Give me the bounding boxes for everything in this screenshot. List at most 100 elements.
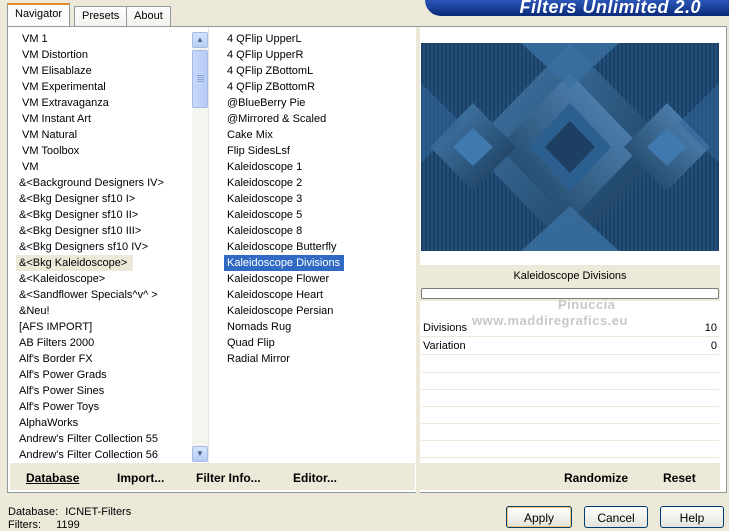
randomize-link[interactable]: Randomize	[564, 471, 628, 485]
scroll-thumb[interactable]	[192, 50, 208, 108]
filter-item-label: Nomads Rug	[227, 321, 292, 333]
filter-item-label: Kaleidoscope 3	[227, 193, 303, 205]
param-row-empty	[421, 407, 719, 424]
param-name: Divisions	[423, 322, 468, 334]
category-item-label: Alf's Power Grads	[19, 369, 107, 381]
param-row-variation[interactable]: Variation 0	[421, 337, 719, 355]
category-list[interactable]: VM 1 VM Distortion VM Elisablaze VM Experim…	[16, 31, 192, 463]
filter-item-label: 4 QFlip ZBottomR	[227, 81, 316, 93]
category-item-label: &<Bkg Designers sf10 IV>	[19, 241, 149, 253]
filter-item[interactable]: Kaleidoscope Persian	[224, 303, 416, 319]
database-link[interactable]: Database	[26, 471, 79, 485]
category-item[interactable]: VM	[16, 159, 192, 175]
param-row-divisions[interactable]: Divisions 10	[421, 319, 719, 337]
filter-item-label: Kaleidoscope 8	[227, 225, 303, 237]
filter-item[interactable]: 4 QFlip ZBottomR	[224, 79, 416, 95]
editor-link[interactable]: Editor...	[293, 471, 337, 485]
category-item[interactable]: Alf's Power Grads	[16, 367, 192, 383]
preview-link-bar: Randomize Reset	[420, 463, 720, 490]
filter-item[interactable]: Kaleidoscope Flower	[224, 271, 416, 287]
category-item[interactable]: VM Distortion	[16, 47, 192, 63]
category-item[interactable]: Alf's Power Sines	[16, 383, 192, 399]
tab-presets[interactable]: Presets	[74, 6, 128, 26]
filter-item[interactable]: Quad Flip	[224, 335, 416, 351]
category-item-label: &<Bkg Designer sf10 I>	[19, 193, 136, 205]
category-item[interactable]: &<Bkg Designer sf10 I>	[16, 191, 192, 207]
status-database: Database: ICNET-Filters	[8, 506, 131, 518]
filter-item[interactable]: Kaleidoscope Butterfly	[224, 239, 416, 255]
preview-image	[421, 43, 719, 251]
category-item-label: AlphaWorks	[19, 417, 79, 429]
category-item-label: Alf's Power Toys	[19, 401, 100, 413]
category-item[interactable]: VM 1	[16, 31, 192, 47]
filter-item-label: @Mirrored & Scaled	[227, 113, 327, 125]
param-value: 10	[704, 322, 717, 334]
filter-items: 4 QFlip UpperL 4 QFlip UpperR 4 QFlip ZBot…	[224, 31, 416, 367]
category-item[interactable]: Alf's Border FX	[16, 351, 192, 367]
category-item[interactable]: &<Bkg Kaleidoscope>	[16, 255, 192, 271]
filter-item[interactable]: Radial Mirror	[224, 351, 416, 367]
category-item[interactable]: &<Background Designers IV>	[16, 175, 192, 191]
category-item-label: Alf's Power Sines	[19, 385, 105, 397]
category-items: VM 1 VM Distortion VM Elisablaze VM Experim…	[16, 31, 192, 463]
filter-item-label: Kaleidoscope Flower	[227, 273, 330, 285]
category-item[interactable]: AlphaWorks	[16, 415, 192, 431]
import-link[interactable]: Import...	[117, 471, 164, 485]
filter-item-label: Radial Mirror	[227, 353, 290, 365]
filter-item[interactable]: @Mirrored & Scaled	[224, 111, 416, 127]
category-item[interactable]: VM Extravaganza	[16, 95, 192, 111]
filter-item[interactable]: Kaleidoscope 1	[224, 159, 416, 175]
cancel-button[interactable]: Cancel	[584, 506, 648, 528]
category-item[interactable]: VM Toolbox	[16, 143, 192, 159]
filter-item[interactable]: Kaleidoscope 2	[224, 175, 416, 191]
category-item-label: &<Background Designers IV>	[19, 177, 164, 189]
filter-item[interactable]: @BlueBerry Pie	[224, 95, 416, 111]
scroll-down-button[interactable]: ▼	[192, 446, 208, 462]
status-filters-value: 1199	[56, 519, 80, 531]
category-item[interactable]: &<Bkg Designer sf10 III>	[16, 223, 192, 239]
filter-item[interactable]: Kaleidoscope 3	[224, 191, 416, 207]
category-item[interactable]: VM Natural	[16, 127, 192, 143]
tab-about-label: About	[134, 10, 163, 22]
filter-item-label: 4 QFlip ZBottomL	[227, 65, 314, 77]
filter-item[interactable]: Kaleidoscope 5	[224, 207, 416, 223]
category-item-label: Andrew's Filter Collection 55	[19, 433, 159, 445]
filter-item[interactable]: 4 QFlip ZBottomL	[224, 63, 416, 79]
filter-item[interactable]: Nomads Rug	[224, 319, 416, 335]
filter-item-label: Kaleidoscope Divisions	[224, 255, 345, 271]
param-row-empty	[421, 441, 719, 458]
category-item[interactable]: VM Instant Art	[16, 111, 192, 127]
category-item[interactable]: &<Bkg Designers sf10 IV>	[16, 239, 192, 255]
filter-info-link[interactable]: Filter Info...	[196, 471, 261, 485]
filter-list[interactable]: 4 QFlip UpperL 4 QFlip UpperR 4 QFlip ZBot…	[224, 31, 416, 463]
filter-item[interactable]: Flip SidesLsf	[224, 143, 416, 159]
filter-item[interactable]: Kaleidoscope Heart	[224, 287, 416, 303]
category-item[interactable]: [AFS IMPORT]	[16, 319, 192, 335]
scroll-up-button[interactable]: ▲	[192, 32, 208, 48]
chevron-up-icon: ▲	[196, 35, 204, 44]
category-scrollbar[interactable]: ▲ ▼	[192, 32, 208, 462]
filters-unlimited-window: { "tabs": [ {"label": "Navigator"}, {"la…	[0, 0, 729, 531]
category-item[interactable]: &<Bkg Designer sf10 II>	[16, 207, 192, 223]
category-item[interactable]: Andrew's Filter Collection 55	[16, 431, 192, 447]
category-item-label: VM Distortion	[22, 49, 89, 61]
tab-navigator[interactable]: Navigator	[7, 3, 71, 26]
tab-about[interactable]: About	[126, 6, 171, 26]
filter-item[interactable]: Kaleidoscope 8	[224, 223, 416, 239]
category-item[interactable]: &<Kaleidoscope>	[16, 271, 192, 287]
category-item[interactable]: Alf's Power Toys	[16, 399, 192, 415]
category-item[interactable]: VM Experimental	[16, 79, 192, 95]
category-item[interactable]: &Neu!	[16, 303, 192, 319]
category-item[interactable]: VM Elisablaze	[16, 63, 192, 79]
filter-item[interactable]: Cake Mix	[224, 127, 416, 143]
category-item[interactable]: AB Filters 2000	[16, 335, 192, 351]
reset-link[interactable]: Reset	[663, 471, 696, 485]
filter-item[interactable]: 4 QFlip UpperL	[224, 31, 416, 47]
help-button[interactable]: Help	[660, 506, 724, 528]
filter-item[interactable]: 4 QFlip UpperR	[224, 47, 416, 63]
filter-item[interactable]: Kaleidoscope Divisions	[224, 255, 416, 271]
apply-button[interactable]: Apply	[506, 506, 572, 528]
status-database-label: Database:	[8, 506, 59, 518]
category-item[interactable]: Andrew's Filter Collection 56	[16, 447, 192, 463]
category-item[interactable]: &<Sandflower Specials^v^ >	[16, 287, 192, 303]
